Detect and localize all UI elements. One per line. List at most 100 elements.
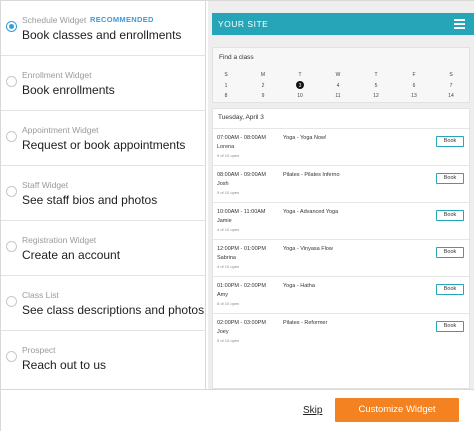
calendar-week-row: 1 2 3 4 5 6 7: [213, 81, 471, 91]
widget-picker-dialog: Schedule Widget RECOMMENDED Book classes…: [0, 0, 474, 431]
widget-option-registration[interactable]: Registration Widget Create an account: [1, 221, 206, 276]
radio-button[interactable]: [6, 186, 17, 197]
calendar-day[interactable]: 14: [445, 93, 457, 99]
widget-description: See class descriptions and photos: [22, 303, 205, 317]
calendar-week-row: 8 9 10 11 12 13 14: [213, 93, 471, 101]
class-name: Yoga - Advanced Yoga: [283, 209, 339, 215]
weekday-label: S: [224, 72, 228, 78]
widget-name: Staff Widget: [22, 180, 69, 190]
radio-button[interactable]: [6, 351, 17, 362]
class-spots: 5 of 10 open: [217, 338, 240, 343]
class-row: 01:00PM - 02:00PM Yoga - Hatha Amy 8 of …: [213, 276, 471, 313]
calendar-day[interactable]: 2: [257, 83, 269, 89]
class-teacher: Jamie: [217, 218, 232, 224]
widget-description: Create an account: [22, 248, 121, 262]
class-name: Yoga - Hatha: [283, 283, 315, 289]
class-time: 07:00AM - 08:00AM: [217, 135, 266, 141]
weekday-label: T: [298, 72, 302, 78]
class-spots: 4 of 10 open: [217, 264, 240, 269]
calendar-day[interactable]: 6: [408, 83, 420, 89]
calendar-day[interactable]: 9: [257, 93, 269, 99]
dialog-footer: Skip Customize Widget: [1, 389, 474, 431]
calendar-day[interactable]: 10: [294, 93, 306, 99]
widget-description: See staff bios and photos: [22, 193, 158, 207]
class-teacher: Sabrina: [217, 255, 236, 261]
find-class-title: Find a class: [219, 54, 254, 61]
widget-option-staff[interactable]: Staff Widget See staff bios and photos: [1, 166, 206, 221]
class-name: Pilates - Reformer: [283, 320, 328, 326]
class-teacher: Josh: [217, 181, 229, 187]
widget-description: Book enrollments: [22, 83, 115, 97]
calendar-day[interactable]: 1: [220, 83, 232, 89]
skip-link[interactable]: Skip: [303, 405, 322, 416]
calendar-day[interactable]: 8: [220, 93, 232, 99]
weekday-label: W: [335, 72, 341, 78]
weekday-label: M: [260, 72, 266, 78]
widget-option-enrollment[interactable]: Enrollment Widget Book enrollments: [1, 56, 206, 111]
widget-name: Enrollment Widget: [22, 70, 92, 80]
widget-description: Request or book appointments: [22, 138, 186, 152]
radio-button[interactable]: [6, 241, 17, 252]
hamburger-menu-icon[interactable]: [454, 19, 465, 29]
widget-description: Reach out to us: [22, 358, 107, 372]
class-spots: 4 of 10 open: [217, 227, 240, 232]
customize-widget-button[interactable]: Customize Widget: [335, 398, 459, 422]
book-button[interactable]: Book: [436, 321, 464, 332]
day-title: Tuesday, April 3: [218, 114, 264, 121]
radio-button[interactable]: [6, 296, 17, 307]
calendar-day[interactable]: 4: [332, 83, 344, 89]
class-row: 07:00AM - 08:00AM Yoga - Yoga Now! Loren…: [213, 128, 471, 165]
widget-list: Schedule Widget RECOMMENDED Book classes…: [1, 1, 206, 389]
widget-name: Prospect: [22, 345, 56, 355]
class-row: 02:00PM - 03:00PM Pilates - Reformer Joe…: [213, 313, 471, 350]
class-teacher: Amy: [217, 292, 228, 298]
class-teacher: Lorena: [217, 144, 235, 150]
calendar-day[interactable]: 12: [370, 93, 382, 99]
recommended-badge: RECOMMENDED: [90, 15, 154, 24]
class-spots: 9 of 10 open: [217, 153, 240, 158]
widget-name: Appointment Widget: [22, 125, 99, 135]
calendar-weekday-row: S M T W T F S: [213, 72, 471, 80]
class-time: 10:00AM - 11:00AM: [217, 209, 266, 215]
class-name: Yoga - Vinyasa Flow: [283, 246, 333, 252]
book-button[interactable]: Book: [436, 136, 464, 147]
calendar-day[interactable]: 13: [408, 93, 420, 99]
class-name: Pilates - Pilates Inferno: [283, 172, 340, 178]
find-class-calendar: Find a class S M T W T F S 1 2 3 4 5 6 7…: [212, 47, 470, 103]
class-teacher: Joey: [217, 329, 229, 335]
class-spots: 8 of 10 open: [217, 301, 240, 306]
site-title: YOUR SITE: [218, 19, 269, 29]
book-button[interactable]: Book: [436, 173, 464, 184]
book-button[interactable]: Book: [436, 247, 464, 258]
class-time: 12:00PM - 01:00PM: [217, 246, 266, 252]
weekday-label: T: [374, 72, 378, 78]
class-time: 02:00PM - 03:00PM: [217, 320, 266, 326]
class-time: 08:00AM - 09:00AM: [217, 172, 266, 178]
site-header: YOUR SITE: [212, 13, 474, 35]
calendar-day-selected[interactable]: 3: [294, 81, 306, 89]
widget-option-schedule[interactable]: Schedule Widget RECOMMENDED Book classes…: [1, 1, 206, 56]
day-schedule: Tuesday, April 3 07:00AM - 08:00AM Yoga …: [212, 108, 471, 389]
class-name: Yoga - Yoga Now!: [283, 135, 327, 141]
weekday-label: F: [412, 72, 416, 78]
widget-name: Registration Widget: [22, 235, 97, 245]
class-row: 12:00PM - 01:00PM Yoga - Vinyasa Flow Sa…: [213, 239, 471, 276]
widget-name: Schedule Widget: [22, 15, 87, 25]
calendar-day[interactable]: 11: [332, 93, 344, 99]
class-row: 08:00AM - 09:00AM Pilates - Pilates Infe…: [213, 165, 471, 202]
calendar-day[interactable]: 5: [370, 83, 382, 89]
calendar-day[interactable]: 7: [445, 83, 457, 89]
widget-option-appointment[interactable]: Appointment Widget Request or book appoi…: [1, 111, 206, 166]
class-spots: 9 of 10 open: [217, 190, 240, 195]
widget-description: Book classes and enrollments: [22, 28, 182, 42]
radio-button[interactable]: [6, 131, 17, 142]
book-button[interactable]: Book: [436, 284, 464, 295]
widget-option-class-list[interactable]: Class List See class descriptions and ph…: [1, 276, 206, 331]
radio-button[interactable]: [6, 21, 17, 32]
class-row: 10:00AM - 11:00AM Yoga - Advanced Yoga J…: [213, 202, 471, 239]
radio-button[interactable]: [6, 76, 17, 87]
widget-name: Class List: [22, 290, 59, 300]
widget-option-prospect[interactable]: Prospect Reach out to us: [1, 331, 206, 386]
class-time: 01:00PM - 02:00PM: [217, 283, 266, 289]
book-button[interactable]: Book: [436, 210, 464, 221]
